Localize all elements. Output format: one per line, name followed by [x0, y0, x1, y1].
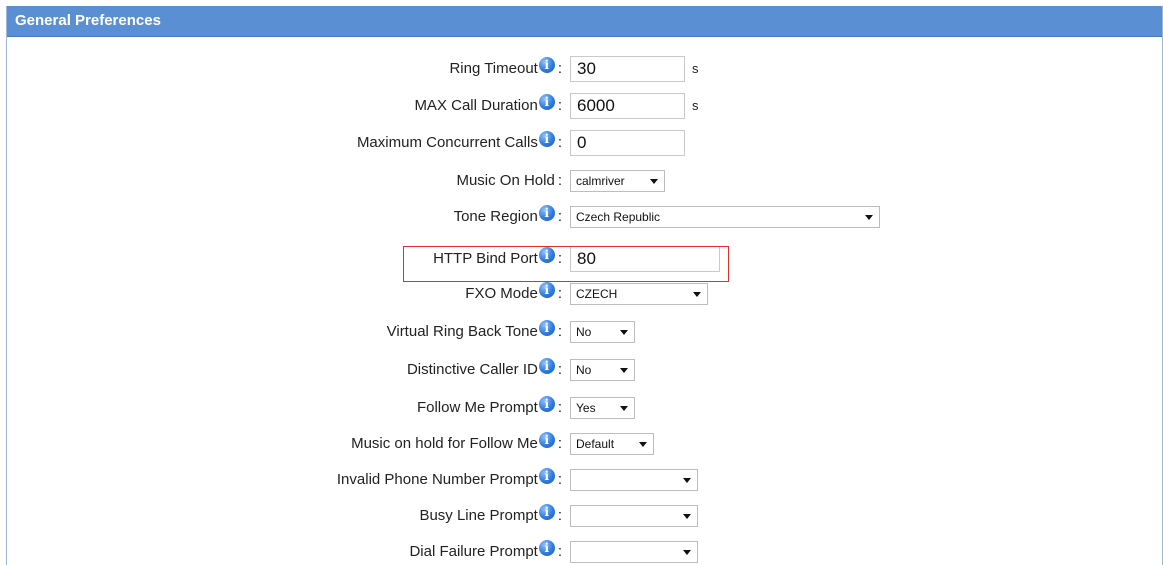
setting-row-fxo-mode: FXO Mode i: CZECH [7, 281, 1162, 307]
info-icon[interactable]: i [538, 320, 555, 337]
invalid-phone-number-prompt-select[interactable] [570, 469, 698, 491]
highlight-box [403, 246, 729, 282]
setting-label: Ring Timeout [449, 60, 538, 77]
busy-line-prompt-select[interactable] [570, 505, 698, 527]
music-on-hold-follow-me-select[interactable]: Default [570, 433, 654, 455]
setting-row-tone-region: Tone Region i: Czech Republic [7, 204, 1162, 230]
info-icon[interactable]: i [538, 358, 555, 375]
setting-row-music-on-hold: Music On Hold: calmriver [7, 168, 1162, 194]
unit-label: s [692, 98, 699, 113]
setting-row-ring-timeout: Ring Timeouti: s [7, 56, 1162, 82]
unit-label: s [692, 61, 699, 76]
setting-row-max-concurrent-calls: Maximum Concurrent Calls i: [7, 130, 1162, 156]
chevron-down-icon [683, 550, 691, 555]
info-icon[interactable]: i [538, 282, 555, 299]
setting-label: Virtual Ring Back Tone [386, 323, 538, 340]
setting-label: Follow Me Prompt [416, 399, 538, 416]
info-icon[interactable]: i [538, 396, 555, 413]
info-icon[interactable]: i [538, 94, 555, 111]
max-concurrent-calls-input[interactable] [570, 130, 685, 156]
setting-row-virtual-ring-back-tone: Virtual Ring Back Tone i: No [7, 319, 1162, 345]
setting-label: Distinctive Caller ID [406, 361, 538, 378]
chevron-down-icon [683, 478, 691, 483]
setting-label: Music On Hold [456, 172, 555, 189]
select-value: Czech Republic [576, 210, 661, 224]
info-icon[interactable]: i [538, 504, 555, 521]
setting-label: FXO Mode [465, 285, 538, 302]
info-icon[interactable]: i [538, 540, 555, 557]
select-value: Default [576, 437, 615, 451]
setting-label: Busy Line Prompt [419, 507, 538, 524]
setting-label: Music on hold for Follow Me [351, 435, 538, 452]
setting-row-busy-line-prompt: Busy Line Prompt i: [7, 503, 1162, 529]
fxo-mode-select[interactable]: CZECH [570, 283, 708, 305]
setting-row-music-on-hold-follow-me: Music on hold for Follow Me i: Default [7, 431, 1162, 457]
ring-timeout-input[interactable] [570, 56, 685, 82]
max-call-duration-input[interactable] [570, 93, 685, 119]
chevron-down-icon [683, 514, 691, 519]
setting-row-invalid-phone-number-prompt: Invalid Phone Number Prompt i: [7, 467, 1162, 493]
dial-failure-prompt-select[interactable] [570, 541, 698, 563]
tone-region-select[interactable]: Czech Republic [570, 206, 880, 228]
chevron-down-icon [639, 442, 647, 447]
setting-label: Tone Region [453, 208, 538, 225]
chevron-down-icon [650, 179, 658, 184]
chevron-down-icon [693, 292, 701, 297]
info-icon[interactable]: i [538, 468, 555, 485]
select-value: No [576, 363, 592, 377]
setting-row-max-call-duration: MAX Call Durationi: s [7, 93, 1162, 119]
setting-row-distinctive-caller-id: Distinctive Caller ID i: No [7, 357, 1162, 383]
setting-row-follow-me-prompt: Follow Me Prompt i: Yes [7, 395, 1162, 421]
music-on-hold-select[interactable]: calmriver [570, 170, 665, 192]
distinctive-caller-id-select[interactable]: No [570, 359, 635, 381]
setting-label: MAX Call Duration [414, 97, 538, 114]
select-value: calmriver [576, 174, 625, 188]
info-icon[interactable]: i [538, 131, 555, 148]
chevron-down-icon [865, 215, 873, 220]
chevron-down-icon [620, 406, 628, 411]
info-icon[interactable]: i [538, 57, 555, 74]
setting-label: Dial Failure Prompt [409, 543, 538, 560]
chevron-down-icon [620, 330, 628, 335]
setting-label: Invalid Phone Number Prompt [336, 471, 538, 488]
setting-label: Maximum Concurrent Calls [356, 134, 538, 151]
chevron-down-icon [620, 368, 628, 373]
virtual-ring-back-tone-select[interactable]: No [570, 321, 635, 343]
general-preferences-panel: General Preferences Ring Timeouti: s MAX… [6, 6, 1163, 565]
panel-title: General Preferences [7, 6, 1162, 37]
setting-row-dial-failure-prompt: Dial Failure Prompt i: [7, 539, 1162, 565]
info-icon[interactable]: i [538, 432, 555, 449]
info-icon[interactable]: i [538, 205, 555, 222]
select-value: CZECH [576, 287, 618, 301]
follow-me-prompt-select[interactable]: Yes [570, 397, 635, 419]
select-value: No [576, 325, 592, 339]
select-value: Yes [576, 401, 596, 415]
